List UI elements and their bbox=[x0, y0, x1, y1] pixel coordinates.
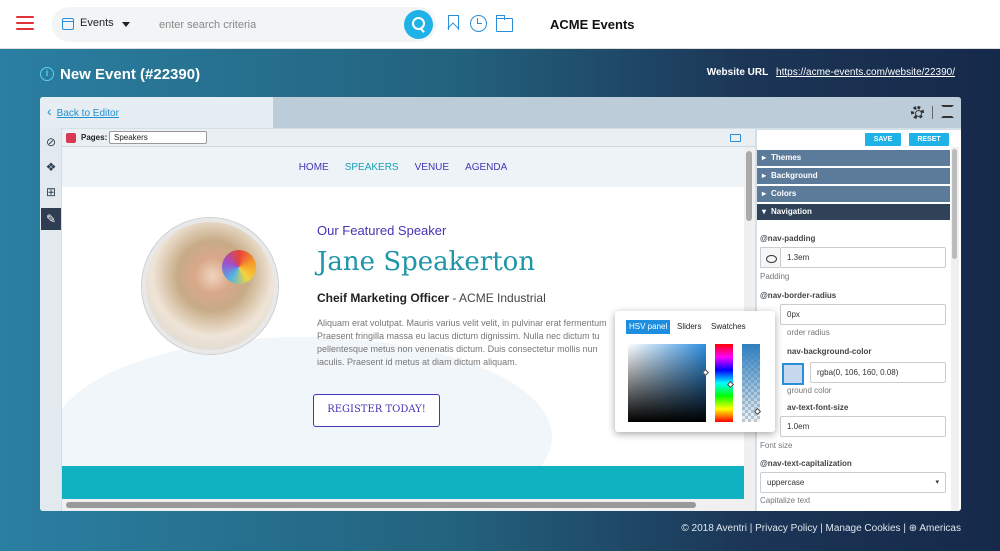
hue-slider[interactable] bbox=[715, 344, 735, 422]
expand-icon[interactable] bbox=[941, 105, 954, 118]
nav-background-color-label: nav-background-color bbox=[787, 347, 872, 356]
featured-heading: Our Featured Speaker bbox=[317, 223, 447, 238]
nav-text-font-size-desc: Font size bbox=[760, 441, 793, 450]
website-url-label: Website URL bbox=[706, 67, 769, 78]
section-themes[interactable]: Themes bbox=[757, 150, 950, 166]
nav-text-capitalization-desc: Capitalize text bbox=[760, 496, 811, 505]
page-footer: © 2018 Aventri | Privacy Policy | Manage… bbox=[681, 523, 961, 534]
clock-icon[interactable] bbox=[470, 15, 487, 32]
nav-speakers[interactable]: SPEAKERS bbox=[345, 162, 399, 173]
calendar-icon bbox=[62, 18, 74, 30]
nav-background-color-input[interactable]: rgba(0, 106, 160, 0.08) bbox=[810, 362, 946, 383]
eye-icon[interactable] bbox=[760, 247, 780, 268]
module-selector[interactable]: Events bbox=[52, 7, 144, 42]
lollipop-image bbox=[222, 250, 256, 284]
info-icon[interactable]: i bbox=[40, 67, 54, 81]
divider bbox=[932, 106, 933, 119]
nav-text-font-size-input[interactable]: 1.0em bbox=[780, 416, 946, 437]
register-button[interactable]: REGISTER TODAY! bbox=[313, 394, 440, 427]
nav-agenda[interactable]: AGENDA bbox=[465, 162, 507, 173]
speaker-title: Cheif Marketing Officer bbox=[317, 291, 450, 305]
hue-marker[interactable] bbox=[726, 380, 735, 389]
color-swatch[interactable] bbox=[782, 363, 804, 385]
app-title: ACME Events bbox=[550, 17, 635, 32]
nav-text-font-size-label: av-text-font-size bbox=[787, 403, 849, 412]
hamburger-menu-icon[interactable] bbox=[16, 16, 34, 30]
monitor-icon[interactable] bbox=[730, 134, 741, 142]
properties-scrollbar[interactable] bbox=[951, 147, 959, 511]
color-picker: HSV panel Sliders Swatches bbox=[615, 311, 775, 432]
pages-label: Pages: bbox=[81, 133, 108, 142]
nav-venue[interactable]: VENUE bbox=[415, 162, 449, 173]
brush-icon[interactable]: ✎ bbox=[41, 208, 61, 230]
scroll-thumb[interactable] bbox=[952, 149, 957, 259]
gear-icon[interactable] bbox=[911, 106, 924, 119]
website-url: Website URL https://acme-events.com/webs… bbox=[707, 67, 955, 78]
section-colors[interactable]: Colors bbox=[757, 186, 950, 202]
nav-border-radius-input[interactable]: 0px bbox=[780, 304, 946, 325]
alpha-slider[interactable] bbox=[742, 344, 762, 422]
section-navigation[interactable]: Navigation bbox=[757, 204, 950, 220]
tool-rail: ⊘ ❖ ⊞ ✎ bbox=[40, 128, 61, 511]
page-title: New Event (#22390) bbox=[60, 65, 201, 83]
preview-horizontal-scrollbar[interactable] bbox=[62, 499, 744, 511]
layers-icon[interactable]: ❖ bbox=[41, 156, 61, 178]
properties-panel: SAVE RESET Themes Background Colors Navi… bbox=[757, 130, 961, 511]
saturation-value-panel[interactable] bbox=[628, 344, 710, 422]
scroll-thumb[interactable] bbox=[66, 502, 696, 508]
nav-text-capitalization-select[interactable]: uppercase ▾ bbox=[760, 472, 946, 493]
back-area: Back to Editor bbox=[40, 97, 273, 128]
nav-border-radius-desc: order radius bbox=[787, 328, 830, 337]
tab-swatches[interactable]: Swatches bbox=[708, 320, 749, 334]
chevron-down-icon: ▾ bbox=[935, 479, 939, 486]
speaker-name: Jane Speakerton bbox=[317, 247, 536, 277]
layout-icon[interactable]: ⊞ bbox=[41, 181, 61, 203]
tab-hsv-panel[interactable]: HSV panel bbox=[626, 320, 671, 334]
editor-header: Back to Editor bbox=[40, 97, 961, 128]
nav-home[interactable]: HOME bbox=[299, 162, 329, 173]
folder-icon[interactable] bbox=[496, 15, 513, 32]
nav-padding-label: @nav-padding bbox=[760, 234, 816, 243]
speaker-role: Cheif Marketing Officer - ACME Industria… bbox=[317, 291, 546, 305]
reset-button[interactable]: RESET bbox=[909, 133, 949, 146]
page-header: i New Event (#22390) bbox=[40, 64, 200, 84]
bookmark-icon[interactable] bbox=[445, 15, 461, 31]
pages-select[interactable]: Speakers bbox=[109, 131, 207, 144]
capitalization-value: uppercase bbox=[767, 478, 805, 487]
module-selector-label: Events bbox=[80, 17, 114, 29]
tab-sliders[interactable]: Sliders bbox=[674, 320, 704, 334]
nav-background-color-desc: ground color bbox=[787, 386, 832, 395]
preview-toolbar: Pages: Speakers bbox=[62, 129, 755, 147]
speaker-photo bbox=[142, 218, 278, 354]
search-button[interactable] bbox=[404, 10, 433, 39]
save-button[interactable]: SAVE bbox=[865, 133, 901, 146]
nav-padding-desc: Padding bbox=[760, 272, 790, 281]
speaker-bio: Aliquam erat volutpat. Mauris varius vel… bbox=[317, 318, 607, 367]
alpha-marker[interactable] bbox=[753, 407, 762, 416]
scroll-thumb[interactable] bbox=[746, 151, 752, 221]
sv-marker[interactable] bbox=[701, 368, 710, 377]
nav-text-capitalization-label: @nav-text-capitalization bbox=[760, 459, 852, 468]
nav-border-radius-label: @nav-border-radius bbox=[760, 291, 837, 300]
speaker-company: - ACME Industrial bbox=[449, 291, 546, 305]
back-to-editor-link[interactable]: Back to Editor bbox=[47, 107, 119, 119]
section-background[interactable]: Background bbox=[757, 168, 950, 184]
nav-padding-input[interactable]: 1.3em bbox=[780, 247, 946, 268]
top-bar: Events ACME Events bbox=[0, 0, 1000, 49]
pages-icon bbox=[66, 133, 76, 143]
editor-panel: Back to Editor ⊘ ❖ ⊞ ✎ Pages: Speakers H… bbox=[40, 97, 961, 511]
chevron-down-icon bbox=[122, 22, 130, 27]
compass-icon[interactable]: ⊘ bbox=[41, 131, 61, 153]
search-input[interactable] bbox=[144, 7, 436, 42]
site-nav: HOME SPEAKERS VENUE AGENDA bbox=[62, 147, 744, 187]
website-url-link[interactable]: https://acme-events.com/website/22390/ bbox=[776, 67, 955, 78]
